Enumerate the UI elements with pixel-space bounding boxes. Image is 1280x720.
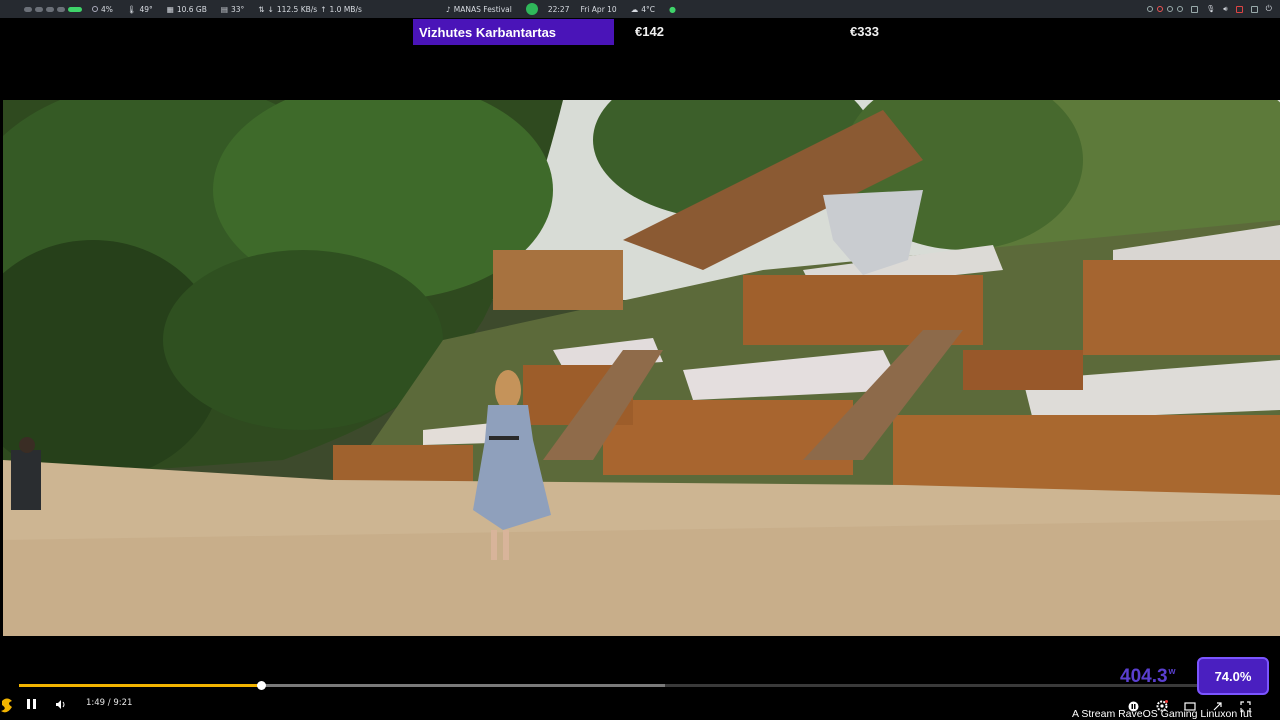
- network-widget[interactable]: ⇅ ↓ 112.5 KB/s ↑ 1.0 MB/s: [258, 5, 362, 14]
- memory-icon: ▦: [166, 4, 174, 14]
- settings-gear-icon[interactable]: [1156, 697, 1168, 712]
- music-note-icon: ♪: [446, 4, 451, 14]
- seek-handle[interactable]: [256, 681, 266, 690]
- weather-widget[interactable]: ☁ 4°C: [631, 5, 655, 14]
- upload-arrow-icon: ↑: [320, 4, 327, 14]
- pause-icon: [26, 699, 30, 709]
- tray-icon-1[interactable]: [1147, 6, 1154, 12]
- played-bar: [19, 684, 262, 687]
- workspace-3[interactable]: [46, 6, 54, 12]
- fullscreen-icon[interactable]: [1240, 697, 1251, 712]
- donor-name-banner: Vizhutes Karbantartas: [413, 19, 614, 45]
- gpu-temp-widget[interactable]: ▤ 33°: [221, 5, 244, 14]
- stream-ticker-text: A Stream RaveOS Gaming Linuxon fut: [1072, 708, 1252, 720]
- volume-icon: [56, 699, 65, 709]
- media-widget[interactable]: ♪ MANAS Festival: [446, 5, 512, 14]
- tray-icon-2[interactable]: [1157, 6, 1164, 12]
- clock[interactable]: 22:27 Fri Apr 10: [548, 5, 617, 14]
- memory-widget[interactable]: ▦ 10.6 GB: [167, 5, 207, 14]
- price-label-2: €333: [850, 24, 879, 39]
- popout-icon[interactable]: [1212, 697, 1223, 711]
- tray-icon-3[interactable]: [1167, 6, 1174, 12]
- workspace-4[interactable]: [57, 6, 65, 12]
- bluetooth-icon[interactable]: [1250, 5, 1258, 13]
- volume-tray-icon[interactable]: 🔊︎: [1223, 5, 1227, 14]
- workspace-switcher[interactable]: [24, 6, 82, 12]
- workspace-1[interactable]: [24, 6, 32, 12]
- tray-icon-4[interactable]: [1177, 6, 1184, 12]
- cpu-widget[interactable]: 4%: [92, 5, 113, 14]
- percentage-badge: 74.0%: [1197, 657, 1269, 695]
- workspace-active[interactable]: [68, 6, 82, 12]
- player-right-controls: [1128, 697, 1251, 712]
- streaming-app-logo-icon: [1, 698, 12, 713]
- theater-mode-icon[interactable]: [1184, 697, 1196, 711]
- power-readout: 404.3w: [1120, 666, 1176, 687]
- workspace-2[interactable]: [35, 6, 43, 12]
- clipboard-icon[interactable]: [1191, 5, 1199, 13]
- microphone-icon[interactable]: 🎙︎: [1206, 5, 1215, 13]
- download-arrow-icon: ↓: [267, 4, 274, 14]
- seek-bar[interactable]: [19, 681, 1267, 690]
- time-display: 1:49 / 9:21: [86, 698, 133, 708]
- video-frame[interactable]: [3, 100, 1280, 636]
- notification-icon[interactable]: [1235, 5, 1243, 13]
- system-top-bar: 4% 🌡︎ 49° ▦ 10.6 GB ▤ 33° ⇅ ↓ 112.5 KB/s…: [0, 0, 1280, 18]
- gpu-icon: ▤: [220, 4, 228, 14]
- power-icon[interactable]: ⏻: [1266, 4, 1272, 14]
- thermometer-icon: 🌡︎: [126, 4, 137, 14]
- temperature-widget[interactable]: 🌡︎ 49°: [127, 5, 153, 14]
- pause-button[interactable]: [24, 697, 38, 711]
- system-tray[interactable]: [1147, 6, 1184, 12]
- price-label-1: €142: [635, 24, 664, 39]
- status-dot-icon: ●: [668, 4, 676, 14]
- festival-scene-image: [3, 100, 1280, 636]
- cloud-icon: ☁: [630, 4, 639, 14]
- pip-pause-icon[interactable]: [1128, 697, 1139, 712]
- spotify-icon[interactable]: [525, 3, 538, 15]
- volume-button[interactable]: [54, 697, 68, 711]
- cpu-icon: [92, 6, 98, 12]
- network-icon: ⇅: [258, 4, 265, 14]
